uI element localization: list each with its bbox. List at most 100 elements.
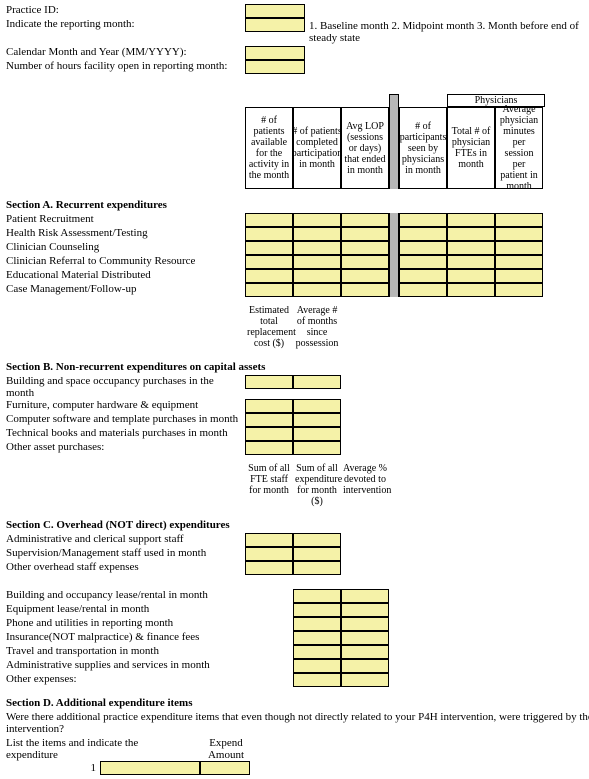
data-cell[interactable] <box>245 533 293 547</box>
data-cell[interactable] <box>293 617 341 631</box>
data-cell[interactable] <box>495 269 543 283</box>
data-cell[interactable] <box>293 255 341 269</box>
hours-input[interactable] <box>245 60 305 74</box>
data-cell[interactable] <box>245 227 293 241</box>
data-cell[interactable] <box>293 645 341 659</box>
data-cell[interactable] <box>399 213 447 227</box>
data-cell[interactable] <box>341 631 389 645</box>
data-cell[interactable] <box>245 561 293 575</box>
data-cell[interactable] <box>245 213 293 227</box>
row-label: Supervision/Management staff used in mon… <box>6 547 245 561</box>
data-cell[interactable] <box>245 375 293 389</box>
data-cell[interactable] <box>447 241 495 255</box>
item-amount-1-input[interactable] <box>200 761 250 775</box>
data-cell[interactable] <box>447 269 495 283</box>
data-cell[interactable] <box>293 241 341 255</box>
data-cell[interactable] <box>293 427 341 441</box>
calendar-input[interactable] <box>245 46 305 60</box>
data-cell[interactable] <box>341 603 389 617</box>
separator <box>389 227 399 241</box>
row-label: Computer software and template purchases… <box>6 413 245 427</box>
data-cell[interactable] <box>341 659 389 673</box>
data-cell[interactable] <box>293 399 341 413</box>
data-cell[interactable] <box>495 213 543 227</box>
data-cell[interactable] <box>447 227 495 241</box>
row-label: Insurance(NOT malpractice) & finance fee… <box>6 631 245 645</box>
data-cell[interactable] <box>293 227 341 241</box>
separator <box>389 213 399 227</box>
item-name-1-input[interactable] <box>100 761 200 775</box>
section-c-title: Section C. Overhead (NOT direct) expendi… <box>6 519 589 531</box>
data-cell[interactable] <box>293 631 341 645</box>
section-d-expend-label: Expend Amount <box>201 737 251 761</box>
data-cell[interactable] <box>341 213 389 227</box>
data-cell[interactable] <box>293 269 341 283</box>
data-cell[interactable] <box>399 227 447 241</box>
data-cell[interactable] <box>293 603 341 617</box>
separator <box>389 269 399 283</box>
data-cell[interactable] <box>293 673 341 687</box>
data-cell[interactable] <box>495 227 543 241</box>
col-header-1: # of patients available for the activity… <box>245 107 293 189</box>
data-cell[interactable] <box>341 241 389 255</box>
row-label: Health Risk Assessment/Testing <box>6 227 245 241</box>
row-label: Educational Material Distributed <box>6 269 245 283</box>
data-cell[interactable] <box>293 547 341 561</box>
data-cell[interactable] <box>341 673 389 687</box>
data-cell[interactable] <box>293 441 341 455</box>
row-label: Patient Recruitment <box>6 213 245 227</box>
data-cell[interactable] <box>341 269 389 283</box>
data-cell[interactable] <box>245 441 293 455</box>
data-cell[interactable] <box>447 213 495 227</box>
data-cell[interactable] <box>447 255 495 269</box>
section-d-list-label: List the items and indicate the expendit… <box>6 737 156 761</box>
data-cell[interactable] <box>293 283 341 297</box>
row-label: Equipment lease/rental in month <box>6 603 245 617</box>
data-cell[interactable] <box>495 255 543 269</box>
row-label: Phone and utilities in reporting month <box>6 617 245 631</box>
data-cell[interactable] <box>245 255 293 269</box>
hours-label: Number of hours facility open in reporti… <box>6 60 245 74</box>
row-label: Technical books and materials purchases … <box>6 427 245 441</box>
data-cell[interactable] <box>293 533 341 547</box>
data-cell[interactable] <box>293 589 341 603</box>
sectionC-hdr-1: Sum of all FTE staff for month <box>245 461 293 509</box>
data-cell[interactable] <box>293 561 341 575</box>
data-cell[interactable] <box>293 213 341 227</box>
row-label: Travel and transportation in month <box>6 645 245 659</box>
data-cell[interactable] <box>293 659 341 673</box>
data-cell[interactable] <box>399 255 447 269</box>
data-cell[interactable] <box>245 427 293 441</box>
section-b-title: Section B. Non-recurrent expenditures on… <box>6 361 589 373</box>
data-cell[interactable] <box>245 413 293 427</box>
col-header-5: Total # of physician FTEs in month <box>447 107 495 189</box>
data-cell[interactable] <box>293 375 341 389</box>
data-cell[interactable] <box>341 645 389 659</box>
data-cell[interactable] <box>399 283 447 297</box>
row-label: Administrative and clerical support staf… <box>6 533 245 547</box>
col-header-4: # of participants seen by physicians in … <box>399 107 447 189</box>
sectionC-hdr-2: Sum of all expenditure for month ($) <box>293 461 341 509</box>
data-cell[interactable] <box>245 547 293 561</box>
data-cell[interactable] <box>245 283 293 297</box>
data-cell[interactable] <box>399 241 447 255</box>
data-cell[interactable] <box>245 269 293 283</box>
data-cell[interactable] <box>495 283 543 297</box>
data-cell[interactable] <box>341 617 389 631</box>
practice-id-input[interactable] <box>245 4 305 18</box>
data-cell[interactable] <box>341 283 389 297</box>
row-label: Case Management/Follow-up <box>6 283 245 297</box>
data-cell[interactable] <box>245 399 293 413</box>
data-cell[interactable] <box>341 227 389 241</box>
row-label: Furniture, computer hardware & equipment <box>6 399 245 413</box>
data-cell[interactable] <box>293 413 341 427</box>
data-cell[interactable] <box>495 241 543 255</box>
reporting-month-label: Indicate the reporting month: <box>6 18 245 46</box>
data-cell[interactable] <box>245 241 293 255</box>
data-cell[interactable] <box>341 255 389 269</box>
data-cell[interactable] <box>341 589 389 603</box>
data-cell[interactable] <box>399 269 447 283</box>
row-label: Other overhead staff expenses <box>6 561 245 575</box>
data-cell[interactable] <box>447 283 495 297</box>
reporting-month-input[interactable] <box>245 18 305 32</box>
